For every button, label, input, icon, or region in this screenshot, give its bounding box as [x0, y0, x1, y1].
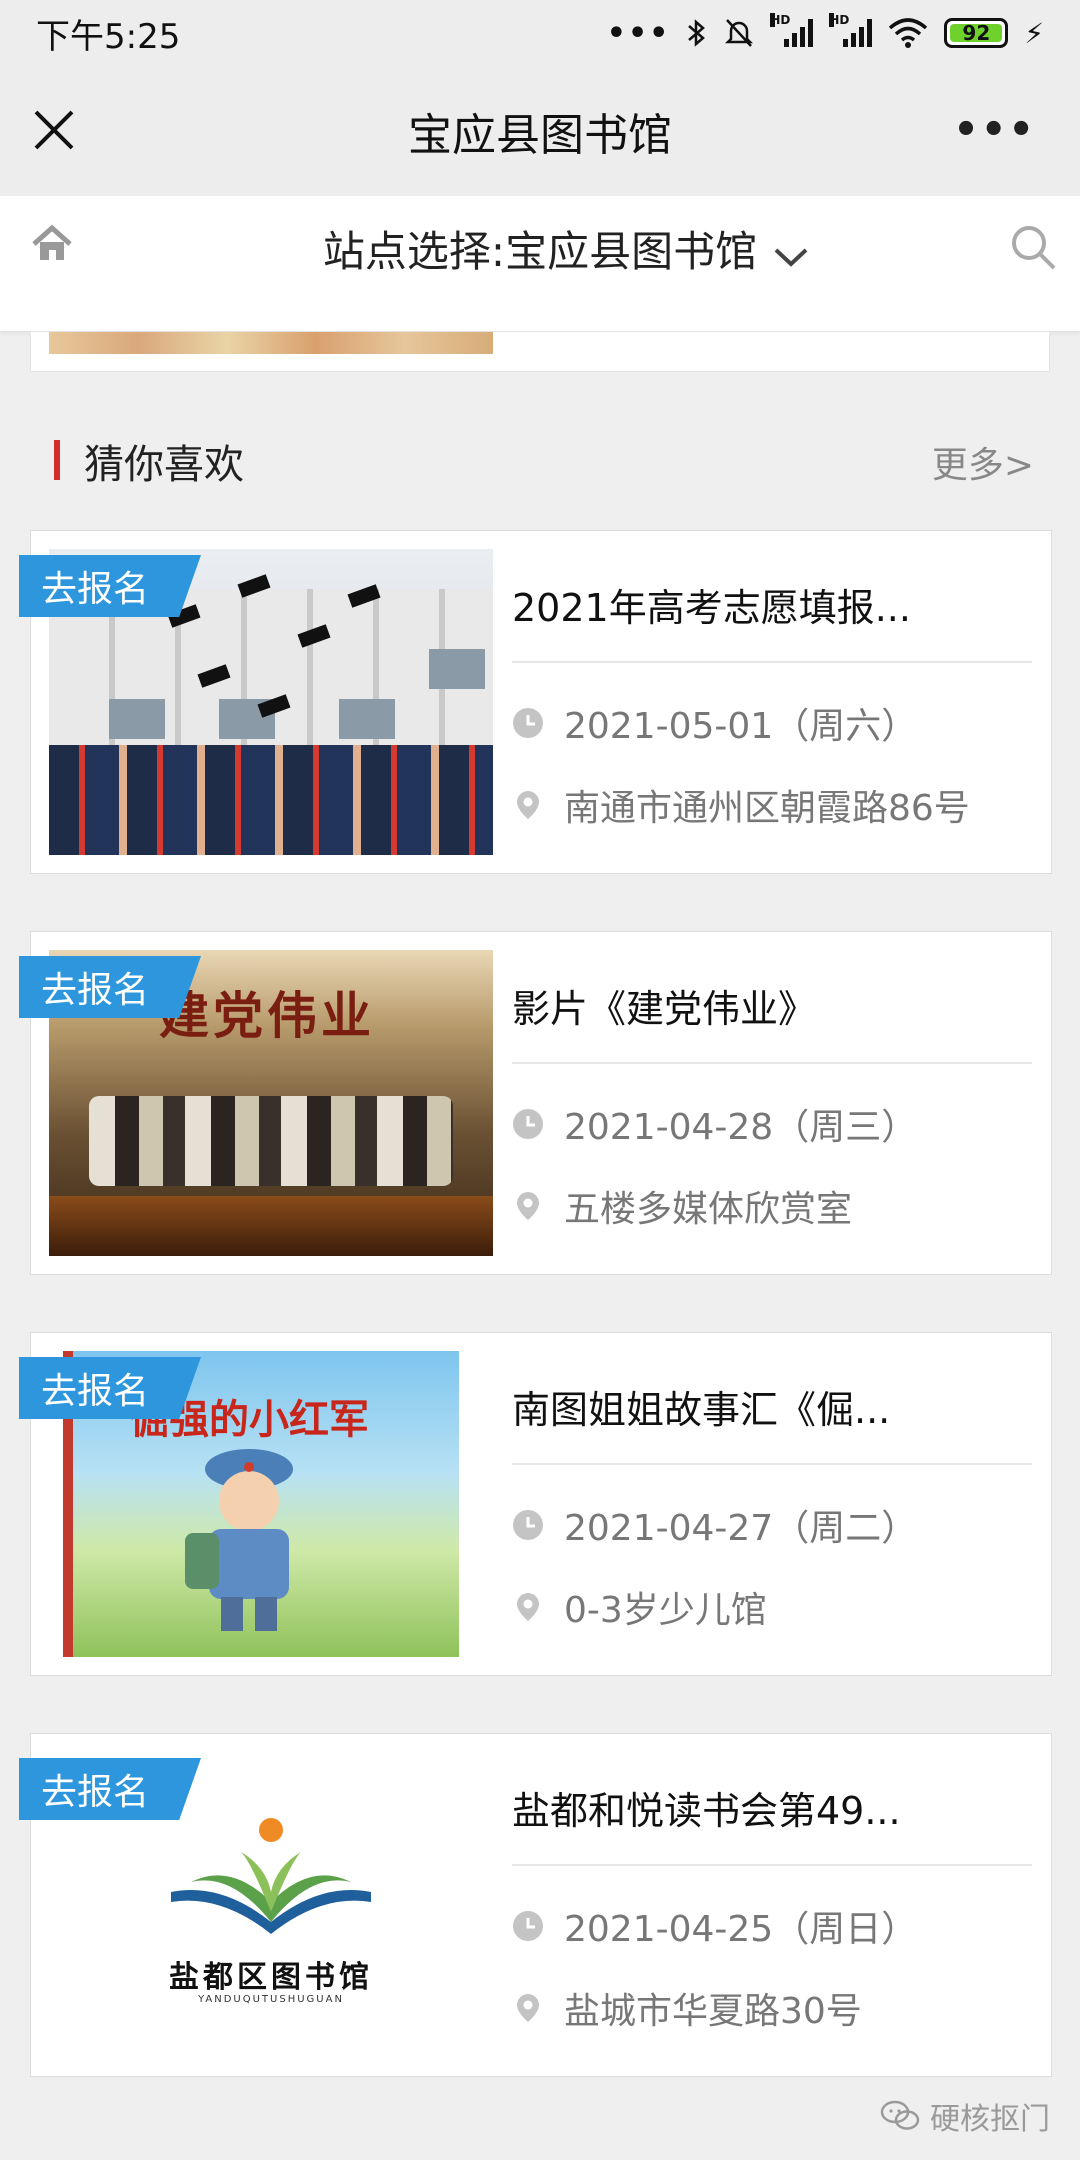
wechat-icon: [880, 2100, 920, 2130]
divider: [512, 1463, 1032, 1465]
event-date: 2021-04-27（周二）: [564, 1508, 918, 1549]
event-location: 五楼多媒体欣赏室: [564, 1189, 853, 1230]
battery-icon: 92: [944, 18, 1009, 48]
section-accent-bar: [54, 440, 60, 480]
mute-bell-icon: [725, 19, 754, 47]
event-title: 2021年高考志愿填报...: [512, 586, 911, 630]
event-location: 盐城市华夏路30号: [564, 1991, 862, 2032]
signup-tag[interactable]: 去报名: [19, 1758, 201, 1820]
divider: [512, 661, 1032, 663]
library-logo-subtitle: YANDUQUTUSHUGUAN: [198, 1994, 344, 2005]
event-location-row: 五楼多媒体欣赏室: [512, 1180, 852, 1232]
event-title: 影片《建党伟业》: [512, 987, 817, 1031]
wifi-icon: [889, 18, 928, 48]
signup-tag[interactable]: 去报名: [19, 555, 201, 617]
signup-tag[interactable]: 去报名: [19, 956, 201, 1018]
event-location-row: 南通市通州区朝霞路86号: [512, 779, 970, 831]
hd-label: HD: [770, 13, 791, 27]
event-date: 2021-05-01（周六）: [564, 706, 918, 747]
event-title: 盐都和悦读书会第49...: [512, 1789, 901, 1833]
page-title: 宝应县图书馆: [408, 110, 672, 161]
divider: [512, 1864, 1032, 1866]
charging-icon: ⚡: [1024, 16, 1044, 50]
status-icons: ••• HD HD 92 ⚡: [606, 13, 1044, 51]
clock-icon: [513, 1109, 543, 1139]
more-notifications-icon: •••: [606, 15, 671, 51]
search-icon[interactable]: [1008, 222, 1058, 272]
event-date-row: 2021-04-25（周日）: [512, 1900, 917, 1952]
event-date: 2021-04-28（周三）: [564, 1107, 918, 1148]
event-card[interactable]: 去报名 2021年高考志愿填报... 2021-05-01（周六） 南通市通州区…: [19, 530, 1052, 874]
event-location-row: 0-3岁少儿馆: [512, 1581, 767, 1633]
location-pin-icon: [517, 1994, 539, 2022]
section-title: 猜你喜欢: [84, 442, 244, 488]
event-date-row: 2021-04-28（周三）: [512, 1098, 917, 1150]
previous-banner-card[interactable]: [30, 332, 1050, 372]
status-time: 下午5:25: [36, 16, 181, 57]
more-link[interactable]: 更多>: [932, 436, 1034, 488]
divider: [512, 1062, 1032, 1064]
location-pin-icon: [517, 1593, 539, 1621]
event-date-row: 2021-04-27（周二）: [512, 1499, 917, 1551]
library-logo-icon: [171, 1818, 371, 1934]
watermark: 硬核抠门: [880, 2094, 1050, 2138]
battery-level: 92: [962, 21, 991, 45]
more-options-icon[interactable]: •••: [953, 110, 1036, 150]
event-location: 0-3岁少儿馆: [564, 1590, 767, 1631]
chevron-down-icon[interactable]: [772, 242, 810, 272]
event-title: 南图姐姐故事汇《倔...: [512, 1388, 891, 1432]
signal-icon-1: HD: [770, 13, 814, 47]
close-icon[interactable]: [30, 106, 78, 154]
banner-image: [49, 332, 493, 354]
section-header: 猜你喜欢 更多>: [54, 430, 1034, 490]
location-pin-icon: [517, 791, 539, 819]
child-illustration: [185, 1449, 293, 1631]
location-pin-icon: [517, 1192, 539, 1220]
clock-icon: [513, 1911, 543, 1941]
library-logo-name: 盐都区图书馆: [169, 1960, 373, 1995]
event-card[interactable]: 去报名 盐都区图书馆 YANDUQUTUSHUGUAN 盐都和悦读书会第49..…: [19, 1733, 1052, 2077]
poster-title: 建党伟业: [159, 986, 375, 1045]
event-date: 2021-04-25（周日）: [564, 1909, 918, 1950]
hd-label: HD: [829, 13, 850, 27]
event-card[interactable]: 去报名 建党伟业 影片《建党伟业》 2021-04-28（周三） 五楼多媒体欣赏…: [19, 931, 1052, 1275]
status-bar: 下午5:25 ••• HD HD 92 ⚡: [0, 0, 1080, 66]
clock-icon: [513, 708, 543, 738]
event-card[interactable]: 去报名 倔强的小红军 南图姐姐故事汇《倔... 2021-04-27（周二） 0…: [19, 1332, 1052, 1676]
site-selector-bar: 站点选择:宝应县图书馆: [0, 196, 1080, 332]
signal-icon-2: HD: [829, 13, 873, 47]
event-date-row: 2021-05-01（周六）: [512, 697, 917, 749]
event-location: 南通市通州区朝霞路86号: [564, 788, 970, 829]
title-bar: 宝应县图书馆 •••: [0, 66, 1080, 196]
event-location-row: 盐城市华夏路30号: [512, 1982, 862, 2034]
site-selector[interactable]: 站点选择:宝应县图书馆: [0, 218, 1080, 279]
clock-icon: [513, 1510, 543, 1540]
signup-tag[interactable]: 去报名: [19, 1357, 201, 1419]
watermark-text: 硬核抠门: [930, 2102, 1050, 2137]
bluetooth-icon: [688, 19, 706, 47]
